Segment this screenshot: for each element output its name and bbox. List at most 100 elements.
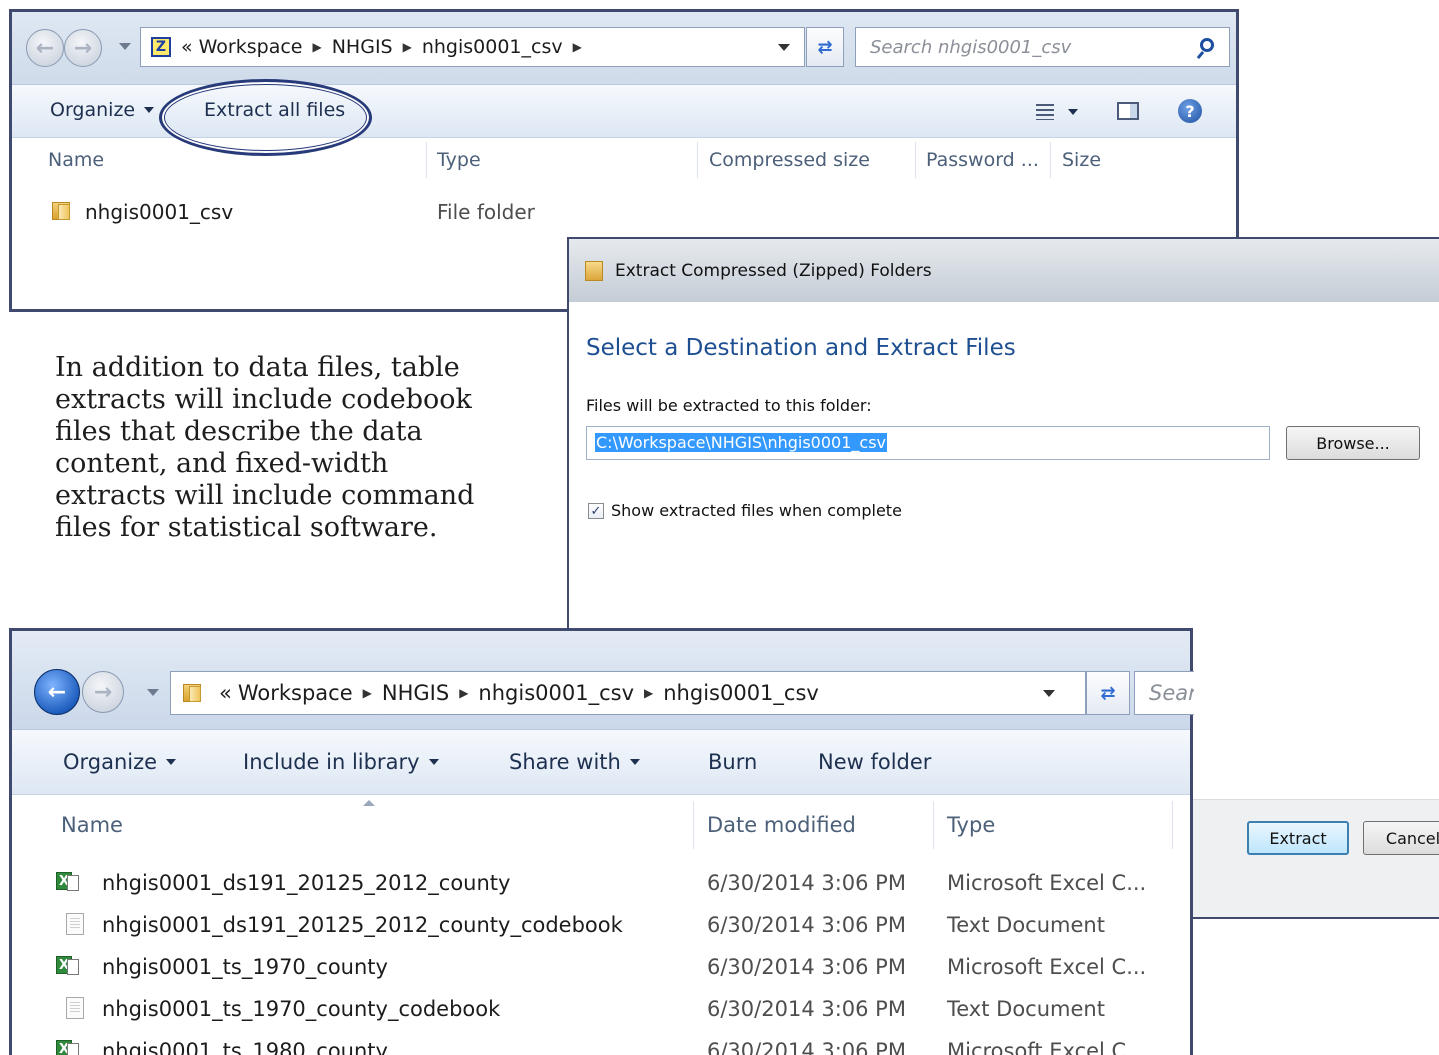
recent-pages-dropdown-icon[interactable]	[147, 689, 159, 696]
burn-label: Burn	[708, 750, 758, 774]
burn-button[interactable]: Burn	[708, 750, 757, 774]
zip-folder-icon: Z	[151, 37, 171, 57]
dialog-heading: Select a Destination and Extract Files	[586, 335, 1016, 361]
search-icon[interactable]	[1200, 38, 1214, 52]
breadcrumb-chevron-icon[interactable]: ▶	[459, 686, 468, 700]
back-button[interactable]: ←	[34, 669, 80, 715]
file-row[interactable]: X nhgis0001_ds191_20125_2012_county 6/30…	[12, 861, 1190, 903]
address-history-dropdown-icon[interactable]	[1043, 690, 1055, 697]
breadcrumb-chevron-icon[interactable]: ▶	[403, 40, 412, 54]
file-type: Microsoft Excel C...	[947, 871, 1147, 895]
folder-icon	[183, 683, 203, 703]
column-divider[interactable]	[693, 801, 694, 849]
breadcrumb-chevron-icon[interactable]: ▶	[573, 40, 582, 54]
column-header-type[interactable]: Type	[437, 149, 481, 171]
breadcrumb-chevron-icon[interactable]: ▶	[363, 686, 372, 700]
breadcrumb-item[interactable]: nhgis0001_csv	[422, 36, 563, 58]
forward-button[interactable]: →	[82, 671, 124, 713]
bottom-column-header: Name Date modified Type	[12, 795, 1190, 855]
extract-button[interactable]: Extract	[1247, 821, 1349, 855]
breadcrumb-overflow[interactable]: «	[219, 681, 232, 705]
column-divider[interactable]	[1172, 801, 1173, 849]
breadcrumb-item[interactable]: Workspace	[238, 681, 353, 705]
file-type: File folder	[437, 200, 535, 224]
recent-pages-dropdown-icon[interactable]	[119, 43, 131, 50]
column-header-size[interactable]: Size	[1062, 149, 1101, 171]
file-row[interactable]: nhgis0001_ts_1970_county_codebook 6/30/2…	[12, 987, 1190, 1029]
search-placeholder: Search nhgis0001_csv	[870, 36, 1072, 58]
breadcrumb-item[interactable]: nhgis0001_csv	[478, 681, 634, 705]
breadcrumb-item[interactable]: NHGIS	[332, 36, 393, 58]
address-history-dropdown-icon[interactable]	[778, 44, 790, 51]
dropdown-caret-icon	[166, 759, 177, 765]
show-files-label[interactable]: Show extracted files when complete	[611, 501, 902, 520]
refresh-button[interactable]: ⇄	[1086, 671, 1130, 715]
file-name: nhgis0001_ds191_20125_2012_county_codebo…	[102, 913, 623, 937]
share-with-menu[interactable]: Share with	[509, 750, 640, 774]
refresh-button[interactable]: ⇄	[806, 27, 844, 67]
file-name: nhgis0001_ts_1970_county_codebook	[102, 997, 501, 1021]
help-icon[interactable]: ?	[1178, 99, 1202, 123]
annotation-line: files that describe the data	[55, 416, 423, 447]
column-header-compressed-size[interactable]: Compressed size	[709, 149, 870, 171]
breadcrumb-item[interactable]: NHGIS	[382, 681, 449, 705]
top-search-input[interactable]: Search nhgis0001_csv	[855, 27, 1230, 67]
file-date: 6/30/2014 3:06 PM	[707, 871, 906, 895]
column-divider[interactable]	[1050, 142, 1051, 178]
show-files-checkbox[interactable]: ✓	[588, 503, 604, 519]
highlight-ellipse	[159, 79, 372, 156]
breadcrumb-overflow[interactable]: «	[181, 36, 193, 58]
breadcrumb-chevron-icon[interactable]: ▶	[644, 686, 653, 700]
bottom-address-row: ← → « Workspace ▶ NHGIS ▶ nhgis0001_csv ▶ n…	[12, 631, 1194, 729]
cancel-button[interactable]: Cancel	[1363, 821, 1439, 855]
forward-button[interactable]: →	[64, 29, 102, 67]
new-folder-button[interactable]: New folder	[818, 750, 931, 774]
column-divider[interactable]	[915, 142, 916, 178]
file-name: nhgis0001_ts_1980_county	[102, 1039, 388, 1055]
file-row[interactable]: nhgis0001_csv File folder	[12, 190, 1236, 232]
column-divider[interactable]	[426, 142, 427, 178]
file-row[interactable]: X nhgis0001_ts_1980_county 6/30/2014 3:0…	[12, 1029, 1190, 1055]
back-button[interactable]: ←	[26, 29, 64, 67]
preview-pane-icon[interactable]	[1117, 102, 1139, 120]
dropdown-caret-icon	[428, 759, 439, 765]
file-name: nhgis0001_ds191_20125_2012_county	[102, 871, 511, 895]
destination-path-input[interactable]: C:\Workspace\NHGIS\nhgis0001_csv	[586, 426, 1270, 460]
search-placeholder: Sear	[1149, 681, 1194, 705]
excel-csv-icon: X	[56, 871, 80, 893]
bottom-search-input[interactable]: Sear	[1134, 671, 1194, 715]
organize-menu[interactable]: Organize	[63, 750, 177, 774]
breadcrumb-item[interactable]: nhgis0001_csv	[663, 681, 819, 705]
column-header-name[interactable]: Name	[61, 813, 123, 837]
file-row[interactable]: X nhgis0001_ts_1970_county 6/30/2014 3:0…	[12, 945, 1190, 987]
forward-arrow-icon: →	[93, 679, 113, 705]
forward-arrow-icon: →	[73, 35, 93, 61]
file-date: 6/30/2014 3:06 PM	[707, 997, 906, 1021]
share-with-label: Share with	[509, 750, 621, 774]
zip-folder-icon	[585, 261, 603, 281]
organize-menu[interactable]: Organize	[50, 99, 155, 121]
column-header-type[interactable]: Type	[947, 813, 995, 837]
browse-button[interactable]: Browse...	[1286, 426, 1420, 460]
column-header-date-modified[interactable]: Date modified	[707, 813, 856, 837]
destination-label: Files will be extracted to this folder:	[586, 396, 872, 415]
bottom-address-bar[interactable]: « Workspace ▶ NHGIS ▶ nhgis0001_csv ▶ nhgis…	[170, 671, 1086, 715]
text-document-icon	[66, 913, 84, 935]
annotation-line: content, and fixed-width	[55, 448, 389, 479]
include-in-library-menu[interactable]: Include in library	[243, 750, 439, 774]
view-options-caret-icon[interactable]	[1068, 109, 1078, 115]
dropdown-caret-icon	[144, 107, 155, 113]
sort-ascending-icon	[363, 800, 375, 806]
column-header-password[interactable]: Password ...	[926, 149, 1039, 171]
column-divider[interactable]	[697, 142, 698, 178]
organize-label: Organize	[63, 750, 158, 774]
column-header-name[interactable]: Name	[48, 149, 104, 171]
breadcrumb-item[interactable]: Workspace	[199, 36, 303, 58]
annotation-line: extracts will include command	[55, 480, 475, 511]
change-view-icon[interactable]	[1036, 104, 1054, 120]
dialog-title-bar: Extract Compressed (Zipped) Folders	[569, 239, 1439, 302]
column-divider[interactable]	[933, 801, 934, 849]
top-address-bar[interactable]: Z « Workspace ▶ NHGIS ▶ nhgis0001_csv ▶	[140, 27, 805, 67]
breadcrumb-chevron-icon[interactable]: ▶	[312, 40, 321, 54]
file-row[interactable]: nhgis0001_ds191_20125_2012_county_codebo…	[12, 903, 1190, 945]
